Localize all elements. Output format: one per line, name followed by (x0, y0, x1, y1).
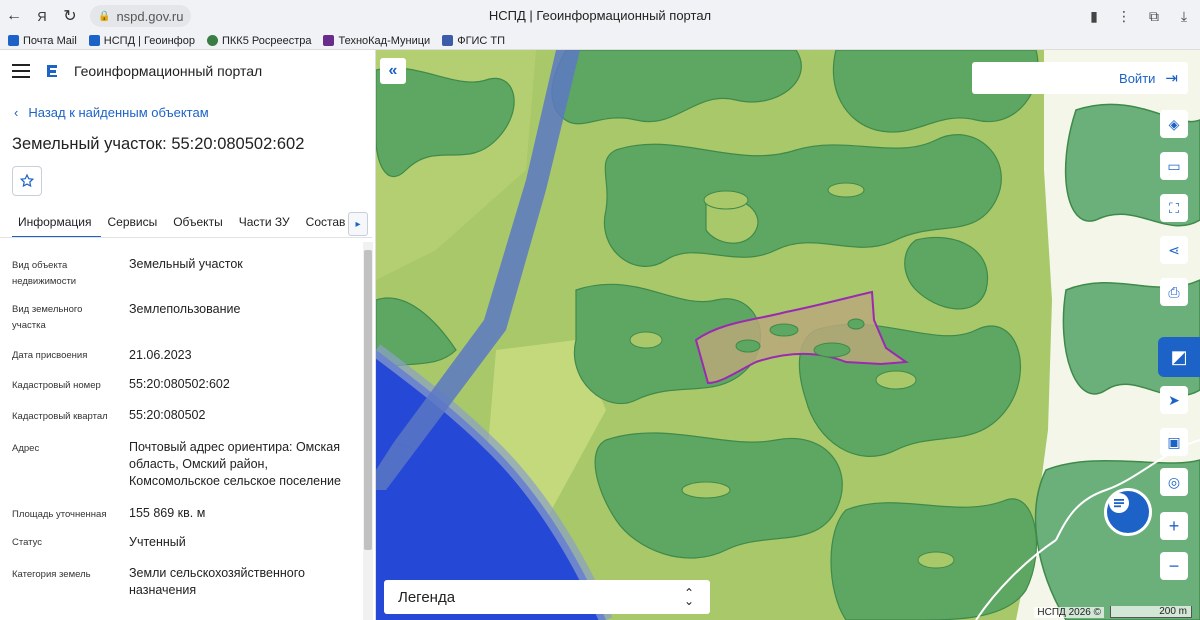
chat-icon (1109, 493, 1129, 513)
tab-information[interactable]: Информация (12, 210, 102, 238)
layers-icon: ◈ (1168, 115, 1180, 132)
print-button[interactable]: ⎙ (1160, 278, 1188, 306)
ruler-icon: ▭ (1167, 157, 1181, 174)
target-icon: ◎ (1167, 473, 1181, 490)
chevron-up-down-icon: ⌃ ⌄ (683, 586, 694, 608)
tab-objects[interactable]: Объекты (167, 210, 233, 238)
bookmark-item[interactable]: Почта Mail (8, 35, 77, 47)
field-value: Земли сельскохозяйственного назначения (129, 566, 305, 597)
field-label: Площадь уточненная (12, 509, 107, 520)
minimap-button[interactable]: ▣ (1160, 428, 1188, 456)
field-value: 55:20:080502:602 (129, 377, 230, 391)
field-label: Кадастровый квартал (12, 411, 108, 422)
app-title: Геоинформационный портал (74, 63, 263, 79)
field-value: Почтовый адрес ориентира: Омская область… (129, 440, 341, 488)
field-value: 55:20:080502 (129, 408, 206, 422)
map-mode-button[interactable]: ◩ (1158, 337, 1200, 377)
collapse-panel-button[interactable]: « (380, 58, 406, 84)
field-value: 21.06.2023 (129, 348, 192, 362)
zoom-out-button[interactable]: − (1160, 552, 1188, 580)
map-canvas[interactable]: « Войти ⇥ ◈ ▭ ⛶ ⋖ ⎙ ◩ ➤ ▣ ◎ + − Легенда … (376, 50, 1200, 620)
bookmark-item[interactable]: ТехноКад-Муници (323, 35, 430, 47)
bookmark-icon[interactable]: ▮ (1084, 8, 1104, 25)
navigation-arrow-icon: ➤ (1168, 391, 1180, 408)
minimap-icon: ▣ (1167, 433, 1181, 450)
portal-logo-icon (47, 65, 57, 77)
tabs-divider (0, 237, 372, 238)
chevron-left-icon: ‹ (14, 105, 19, 120)
back-arrow-icon[interactable]: ← (0, 2, 28, 30)
emblem-icon (442, 35, 454, 46)
star-icon (19, 173, 35, 188)
extensions-icon[interactable]: ⧉ (1144, 8, 1164, 25)
downloads-icon[interactable]: ⤓ (1174, 8, 1194, 25)
nspd-icon (88, 35, 100, 46)
map-scale: 200 m (1110, 606, 1192, 618)
lock-icon: 🔒 (98, 10, 111, 22)
bookmarks-bar: Почта Mail НСПД | Геоинфор ПКК5 Росреест… (0, 32, 1200, 50)
field-value: 155 869 кв. м (129, 506, 206, 520)
menu-icon[interactable] (12, 64, 30, 78)
panel-scrollbar[interactable] (363, 242, 373, 620)
locate-button[interactable]: ◎ (1160, 468, 1188, 496)
ruler-button[interactable]: ▭ (1160, 152, 1188, 180)
map-mode-icon: ◩ (1170, 346, 1188, 367)
field-label: Дата присвоения (12, 350, 88, 361)
scrollbar-thumb[interactable] (364, 250, 372, 550)
area-select-button[interactable]: ⛶ (1160, 194, 1188, 222)
field-label: Кадастровый номер (12, 380, 101, 391)
share-button[interactable]: ⋖ (1160, 236, 1188, 264)
map-pin-icon (206, 35, 218, 46)
browser-toolbar: ← Я ↻ 🔒 nspd.gov.ru НСПД | Геоинформацио… (0, 0, 1200, 32)
back-to-results-link[interactable]: ‹ Назад к найденным объектам (14, 105, 209, 120)
field-value: Землепользование (129, 302, 241, 316)
field-label: Категория земель (12, 569, 91, 580)
map-copyright: НСПД 2026 © (1034, 607, 1104, 618)
double-chevron-left-icon: « (388, 62, 398, 79)
tab-services[interactable]: Сервисы (101, 210, 167, 238)
map-layers (376, 50, 1200, 620)
object-title: Земельный участок: 55:20:080502:602 (12, 135, 305, 153)
app-header: Геоинформационный портал (0, 50, 375, 92)
share-icon: ⋖ (1168, 241, 1180, 258)
bookmark-item[interactable]: ПКК5 Росреестра (206, 35, 311, 47)
print-icon: ⎙ (1168, 283, 1180, 300)
address-bar[interactable]: 🔒 nspd.gov.ru (90, 5, 192, 27)
mail-icon (8, 35, 19, 46)
field-label: Статус (12, 537, 43, 548)
layers-button[interactable]: ◈ (1160, 110, 1188, 138)
bookmark-item[interactable]: НСПД | Геоинфор (88, 35, 195, 47)
reload-icon[interactable]: ↻ (56, 2, 84, 30)
info-tabs: Информация Сервисы Объекты Части ЗУ Сост… (12, 210, 372, 238)
login-button[interactable]: Войти ⇥ (972, 62, 1188, 94)
url-text: nspd.gov.ru (116, 8, 184, 24)
plus-icon: + (1168, 515, 1180, 536)
field-label: Вид объекта недвижимости (12, 260, 77, 287)
technokad-icon (323, 35, 335, 46)
zoom-in-button[interactable]: + (1160, 512, 1188, 540)
tabs-scroll-right-button[interactable]: ▸ (348, 212, 368, 236)
yandex-icon[interactable]: Я (28, 2, 56, 30)
info-panel: Геоинформационный портал ‹ Назад к найде… (0, 50, 376, 620)
more-icon[interactable]: ⋮ (1114, 8, 1134, 25)
chevron-right-icon: ▸ (355, 218, 361, 230)
geolocation-button[interactable]: ➤ (1160, 386, 1188, 414)
field-label: Вид земельного участка (12, 304, 83, 331)
field-label: Адрес (12, 443, 40, 454)
minus-icon: − (1168, 555, 1180, 576)
bookmark-item[interactable]: ФГИС ТП (442, 35, 505, 47)
field-value: Учтенный (129, 535, 186, 549)
login-icon: ⇥ (1165, 70, 1178, 87)
chat-button[interactable] (1104, 488, 1152, 536)
favorite-button[interactable] (12, 166, 42, 196)
select-area-icon: ⛶ (1169, 199, 1179, 216)
legend-label: Легенда (398, 588, 456, 606)
tab-parts[interactable]: Части ЗУ (233, 210, 300, 238)
field-value: Земельный участок (129, 257, 243, 271)
legend-dropdown[interactable]: Легенда ⌃ ⌄ (384, 580, 710, 614)
